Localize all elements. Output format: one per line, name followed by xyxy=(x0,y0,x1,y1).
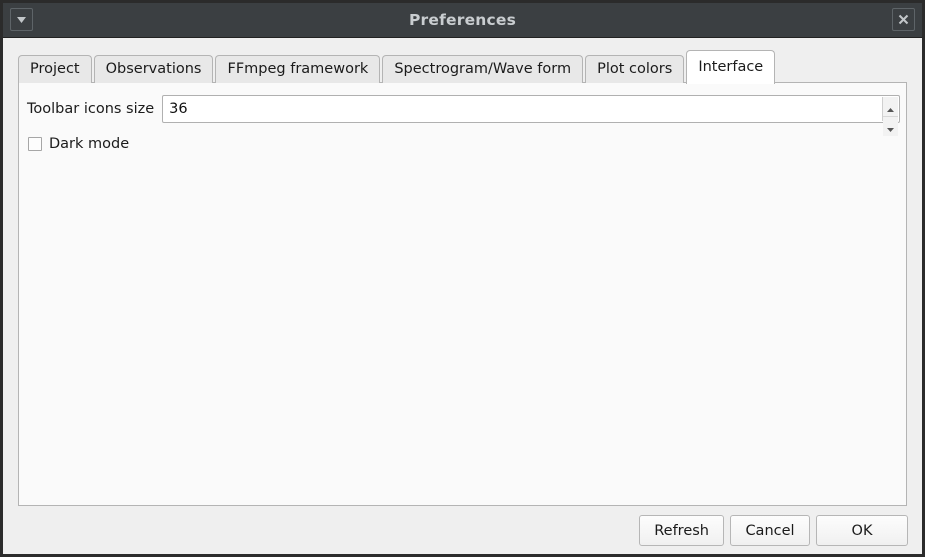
triangle-down-icon xyxy=(17,16,26,23)
tab-ffmpeg-framework[interactable]: FFmpeg framework xyxy=(215,55,381,83)
dark-mode-checkbox[interactable] xyxy=(28,137,42,151)
tab-interface[interactable]: Interface xyxy=(686,50,776,84)
spinner-buttons xyxy=(882,97,898,136)
refresh-button[interactable]: Refresh xyxy=(639,515,724,546)
ok-button[interactable]: OK xyxy=(816,515,908,546)
title-bar: Preferences xyxy=(3,3,922,38)
tab-observations[interactable]: Observations xyxy=(93,55,214,83)
preferences-dialog: Preferences Project Observations FFmpeg … xyxy=(0,0,925,557)
dark-mode-label: Dark mode xyxy=(49,136,130,152)
dialog-button-bar: Refresh Cancel OK xyxy=(639,515,908,546)
spinner-increment-button[interactable] xyxy=(883,97,898,117)
toolbar-icons-size-spinner[interactable] xyxy=(162,95,900,136)
preferences-tab-bar: Project Observations FFmpeg framework Sp… xyxy=(18,49,777,84)
spinner-decrement-button[interactable] xyxy=(883,117,898,136)
toolbar-icons-size-label: Toolbar icons size xyxy=(27,101,155,117)
close-button[interactable] xyxy=(892,8,915,31)
triangle-down-icon xyxy=(887,117,894,136)
toolbar-icons-size-input[interactable] xyxy=(163,97,899,121)
dark-mode-row[interactable]: Dark mode xyxy=(28,133,129,155)
close-icon xyxy=(898,14,909,25)
tab-spectrogram-wave-form[interactable]: Spectrogram/Wave form xyxy=(382,55,584,83)
tab-plot-colors[interactable]: Plot colors xyxy=(585,55,685,83)
toolbar-icons-size-row: Toolbar icons size xyxy=(27,95,900,136)
tab-project[interactable]: Project xyxy=(18,55,92,83)
dialog-title: Preferences xyxy=(408,11,517,29)
window-menu-button[interactable] xyxy=(10,8,33,31)
interface-tab-panel: Toolbar icons size 36 Dark mode xyxy=(18,82,907,506)
triangle-up-icon xyxy=(887,97,894,116)
cancel-button[interactable]: Cancel xyxy=(730,515,810,546)
